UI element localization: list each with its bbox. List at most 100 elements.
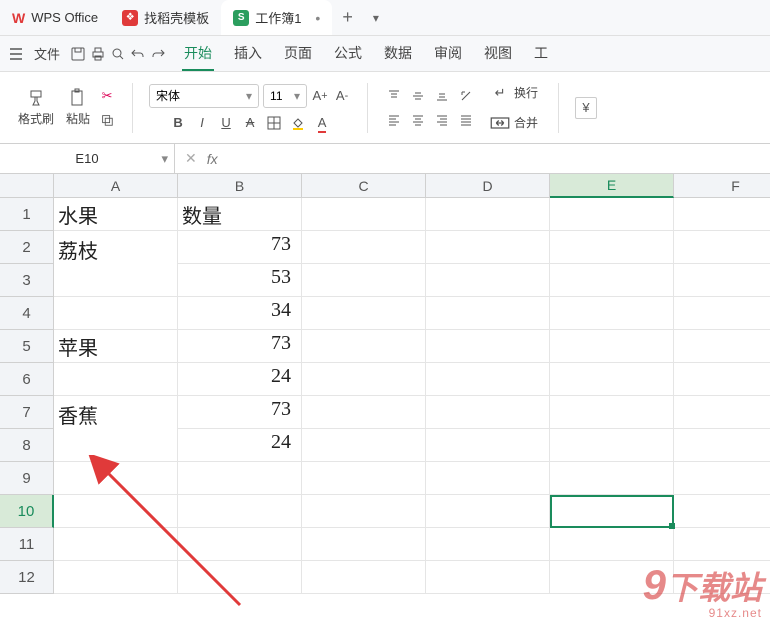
- cell[interactable]: 24: [178, 429, 302, 462]
- cell[interactable]: [550, 528, 674, 561]
- app-tab-workbook[interactable]: S 工作簿1 •: [221, 0, 332, 35]
- cell[interactable]: [550, 264, 674, 297]
- cell[interactable]: [302, 462, 426, 495]
- cell[interactable]: [426, 297, 550, 330]
- decrease-font-icon[interactable]: A-: [333, 87, 351, 105]
- print-icon[interactable]: [90, 46, 106, 62]
- tab-menu-button[interactable]: ▾: [363, 11, 389, 25]
- tab-review[interactable]: 审阅: [432, 37, 464, 71]
- fill-color-button[interactable]: [289, 114, 307, 132]
- cell[interactable]: [302, 495, 426, 528]
- cell[interactable]: [426, 429, 550, 462]
- cell[interactable]: [302, 264, 426, 297]
- cell[interactable]: [302, 396, 426, 429]
- cell[interactable]: 苹果: [54, 330, 178, 363]
- cell[interactable]: [178, 528, 302, 561]
- cell[interactable]: [426, 528, 550, 561]
- app-tab-wps[interactable]: W WPS Office: [0, 0, 110, 35]
- cell[interactable]: 数量: [178, 198, 302, 231]
- tab-view[interactable]: 视图: [482, 37, 514, 71]
- cell[interactable]: [302, 231, 426, 264]
- cell[interactable]: [54, 363, 178, 396]
- row-header[interactable]: 12: [0, 561, 54, 594]
- cell[interactable]: [426, 363, 550, 396]
- underline-button[interactable]: U: [217, 114, 235, 132]
- col-header-d[interactable]: D: [426, 174, 550, 198]
- cancel-icon[interactable]: ✕: [185, 150, 197, 167]
- row-header[interactable]: 3: [0, 264, 54, 297]
- italic-button[interactable]: I: [193, 114, 211, 132]
- cell[interactable]: [302, 330, 426, 363]
- align-justify-icon[interactable]: [456, 110, 476, 130]
- cell[interactable]: [426, 231, 550, 264]
- menu-hamburger-icon[interactable]: [8, 46, 24, 62]
- copy-icon[interactable]: [98, 111, 116, 129]
- cell[interactable]: [550, 429, 674, 462]
- cell[interactable]: [302, 297, 426, 330]
- cell[interactable]: [550, 462, 674, 495]
- cell[interactable]: [550, 495, 674, 528]
- select-all-corner[interactable]: [0, 174, 54, 198]
- row-header[interactable]: 6: [0, 363, 54, 396]
- cell[interactable]: [302, 561, 426, 594]
- new-tab-button[interactable]: +: [332, 7, 363, 28]
- align-top-icon[interactable]: [384, 86, 404, 106]
- cell[interactable]: [302, 198, 426, 231]
- cell[interactable]: 24: [178, 363, 302, 396]
- cell[interactable]: [302, 528, 426, 561]
- cell[interactable]: [426, 561, 550, 594]
- redo-icon[interactable]: [150, 46, 166, 62]
- align-left-icon[interactable]: [384, 110, 404, 130]
- tab-start[interactable]: 开始: [182, 37, 214, 71]
- cell[interactable]: [426, 330, 550, 363]
- cell[interactable]: [550, 363, 674, 396]
- cell[interactable]: [674, 297, 770, 330]
- spreadsheet-grid[interactable]: A B C D E F 1 2 3 4 5 6 7 8 9 10 11 12 水…: [0, 174, 770, 626]
- cell[interactable]: 73: [178, 396, 302, 429]
- cell[interactable]: [426, 462, 550, 495]
- row-header[interactable]: 1: [0, 198, 54, 231]
- tab-page[interactable]: 页面: [282, 37, 314, 71]
- font-color-button[interactable]: A: [313, 114, 331, 132]
- undo-icon[interactable]: [130, 46, 146, 62]
- align-center-icon[interactable]: [408, 110, 428, 130]
- tab-formula[interactable]: 公式: [332, 37, 364, 71]
- col-header-e[interactable]: E: [550, 174, 674, 198]
- cell[interactable]: [674, 264, 770, 297]
- row-header[interactable]: 10: [0, 495, 54, 528]
- tab-insert[interactable]: 插入: [232, 37, 264, 71]
- cell[interactable]: [674, 528, 770, 561]
- save-icon[interactable]: [70, 46, 86, 62]
- col-header-b[interactable]: B: [178, 174, 302, 198]
- cell[interactable]: 34: [178, 297, 302, 330]
- paste-button[interactable]: 粘贴: [62, 86, 94, 129]
- align-bottom-icon[interactable]: [432, 86, 452, 106]
- col-header-c[interactable]: C: [302, 174, 426, 198]
- align-right-icon[interactable]: [432, 110, 452, 130]
- wrap-text-button[interactable]: ↵ 换行: [486, 81, 542, 105]
- number-format-icon[interactable]: ¥: [575, 97, 597, 119]
- cell[interactable]: [54, 462, 178, 495]
- row-header[interactable]: 9: [0, 462, 54, 495]
- tab-data[interactable]: 数据: [382, 37, 414, 71]
- row-header[interactable]: 11: [0, 528, 54, 561]
- cell[interactable]: [302, 429, 426, 462]
- cells-area[interactable]: 水果 数量 荔枝 73 53 34: [54, 198, 770, 594]
- cell[interactable]: [674, 363, 770, 396]
- cell[interactable]: 荔枝: [54, 231, 178, 264]
- row-header[interactable]: 7: [0, 396, 54, 429]
- cell[interactable]: [426, 198, 550, 231]
- cell[interactable]: [674, 429, 770, 462]
- cell[interactable]: [674, 330, 770, 363]
- cell[interactable]: 53: [178, 264, 302, 297]
- tab-tools[interactable]: 工: [532, 37, 550, 71]
- print-preview-icon[interactable]: [110, 46, 126, 62]
- cell[interactable]: [426, 264, 550, 297]
- cell[interactable]: [54, 528, 178, 561]
- cell[interactable]: [426, 396, 550, 429]
- row-header[interactable]: 4: [0, 297, 54, 330]
- col-header-a[interactable]: A: [54, 174, 178, 198]
- cell[interactable]: [178, 462, 302, 495]
- cell[interactable]: [54, 429, 178, 462]
- cell[interactable]: [674, 231, 770, 264]
